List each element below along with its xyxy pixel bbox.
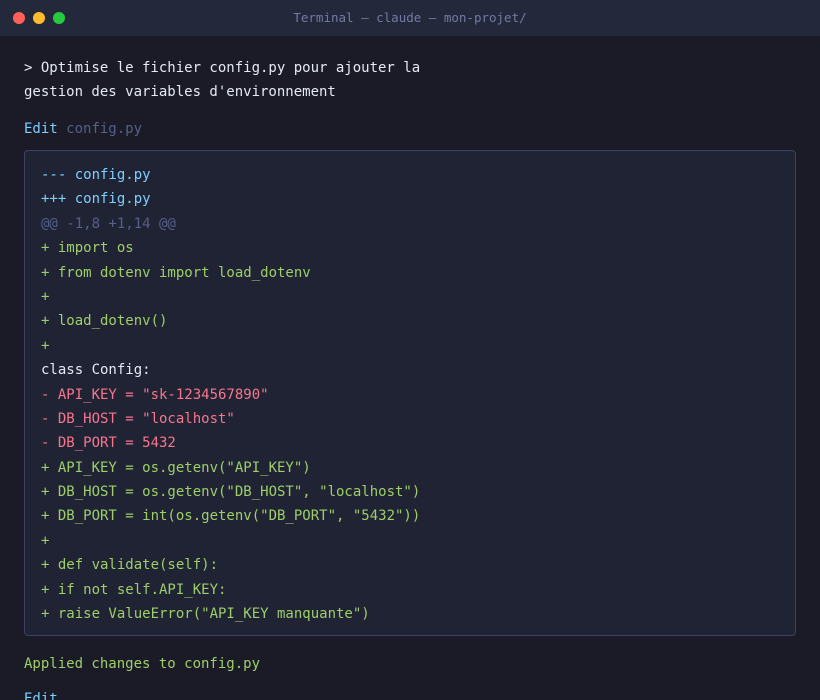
title-bar: Terminal — claude — mon-projet/ bbox=[0, 0, 820, 36]
diff-line-add: + bbox=[41, 288, 50, 305]
diff-line-header: --- config.py bbox=[41, 167, 151, 183]
diff-line-header: +++ config.py bbox=[41, 191, 151, 208]
diff-line-add: + bbox=[41, 532, 50, 549]
diff-line-add: + DB_HOST = os.getenv("DB_HOST", "localh… bbox=[41, 484, 421, 501]
diff-line-add: + import os bbox=[41, 240, 134, 257]
edit-header: Edit config.py bbox=[24, 117, 796, 141]
diff-line-add: + load_dotenv() bbox=[41, 313, 168, 330]
diff-line-hunk: @@ -1,8 +1,14 @@ bbox=[41, 215, 176, 232]
diff-line-add: + DB_PORT = int(os.getenv("DB_PORT", "54… bbox=[41, 508, 421, 525]
diff-line-del: - DB_HOST = "localhost" bbox=[41, 410, 235, 427]
next-edit-label: Edit bbox=[24, 691, 58, 700]
diff-line-del: - API_KEY = "sk-1234567890" bbox=[41, 386, 269, 403]
edit-label: Edit bbox=[24, 121, 58, 137]
diff-line-add: + API_KEY = os.getenv("API_KEY") bbox=[41, 459, 311, 476]
window-title: Terminal — claude — mon-projet/ bbox=[293, 10, 527, 25]
applied-changes-message: Applied changes to config.py bbox=[24, 656, 261, 673]
edit-file-name: config.py bbox=[66, 121, 143, 137]
diff-panel: --- config.py +++ config.py @@ -1,8 +1,14 … bbox=[24, 150, 796, 637]
terminal-window: Terminal — claude — mon-projet/ > Optimi… bbox=[0, 0, 820, 700]
terminal-output: > Optimise le fichier config.py pour ajo… bbox=[24, 56, 796, 700]
diff-line-add: + if not self.API_KEY: bbox=[41, 581, 227, 598]
diff-line-del: - DB_PORT = 5432 bbox=[41, 435, 176, 452]
user-prompt: > Optimise le fichier config.py pour ajo… bbox=[24, 60, 429, 100]
diff-line-add: + raise ValueError("API_KEY manquante") bbox=[41, 606, 370, 623]
diff-line-ctx: class Config: bbox=[41, 362, 151, 379]
diff-line-add: + bbox=[41, 337, 50, 354]
diff-line-add: + def validate(self): bbox=[41, 557, 219, 574]
diff-line-add: + from dotenv import load_dotenv bbox=[41, 264, 311, 281]
